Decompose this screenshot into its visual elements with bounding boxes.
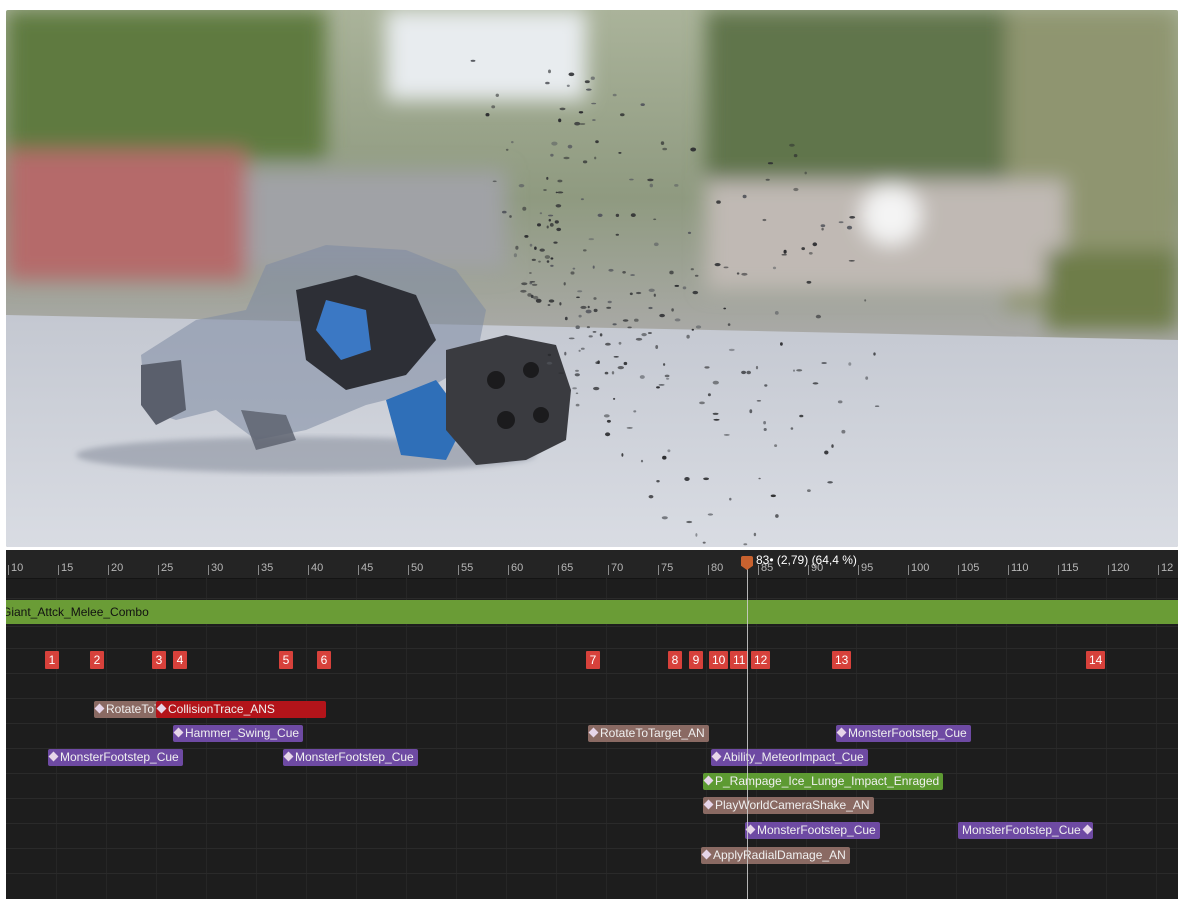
notify-meteor-impact-cue[interactable]: Ability_MeteorImpact_Cue xyxy=(711,749,868,766)
ruler-tick: 65 xyxy=(557,562,574,575)
ruler-tick: 100 xyxy=(907,562,930,575)
notify-diamond-icon xyxy=(703,775,714,786)
ruler-tick: 70 xyxy=(607,562,624,575)
time-ruler[interactable]: 10 15 20 25 30 35 40 45 50 55 60 65 70 7… xyxy=(6,550,1178,579)
ruler-tick: 50 xyxy=(407,562,424,575)
notify-diamond-icon xyxy=(588,727,599,738)
section-marker-8[interactable]: 8 xyxy=(668,651,682,669)
notify-diamond-icon xyxy=(711,751,722,762)
notify-monster-footstep-cue[interactable]: MonsterFootstep_Cue xyxy=(48,749,183,766)
section-marker-14[interactable]: 14 xyxy=(1086,651,1106,669)
section-marker-2[interactable]: 2 xyxy=(90,651,104,669)
notify-lunge-impact-particle[interactable]: P_Rampage_Ice_Lunge_Impact_Enraged xyxy=(703,773,944,790)
ruler-tick: 15 xyxy=(57,562,74,575)
anim-timeline-panel[interactable]: 10 15 20 25 30 35 40 45 50 55 60 65 70 7… xyxy=(6,550,1178,899)
playhead-line xyxy=(747,562,748,899)
section-marker-13[interactable]: 13 xyxy=(832,651,852,669)
section-marker-6[interactable]: 6 xyxy=(317,651,331,669)
ruler-tick: 120 xyxy=(1107,562,1130,575)
section-marker-4[interactable]: 4 xyxy=(173,651,187,669)
section-marker-3[interactable]: 3 xyxy=(152,651,166,669)
notify-diamond-icon xyxy=(283,751,294,762)
animation-preview-viewport[interactable] xyxy=(6,10,1178,547)
notify-diamond-icon xyxy=(173,727,184,738)
ruler-tick: 35 xyxy=(257,562,274,575)
section-marker-12[interactable]: 12 xyxy=(751,651,771,669)
notify-camera-shake[interactable]: PlayWorldCameraShake_AN xyxy=(703,797,874,814)
montage-slot-label: Giant_Attck_Melee_Combo xyxy=(6,605,149,619)
notify-diamond-icon xyxy=(156,703,167,714)
notify-hammer-swing-cue[interactable]: Hammer_Swing_Cue xyxy=(173,725,304,742)
notify-diamond-icon xyxy=(1082,824,1093,835)
notify-apply-radial-damage[interactable]: ApplyRadialDamage_AN xyxy=(701,847,850,864)
section-marker-9[interactable]: 9 xyxy=(689,651,703,669)
section-marker-11[interactable]: 11 xyxy=(730,651,749,669)
timeline-tracks[interactable]: Giant_Attck_Melee_Combo 1 2 3 4 5 6 7 8 … xyxy=(6,578,1178,899)
ruler-tick: 110 xyxy=(1008,562,1029,575)
notify-diamond-icon xyxy=(701,849,712,860)
ruler-tick: 60 xyxy=(507,562,524,575)
section-marker-10[interactable]: 10 xyxy=(709,651,729,669)
ruler-tick: 25 xyxy=(157,562,174,575)
notify-rotate-to-target[interactable]: RotateToTarget_AN xyxy=(588,725,709,742)
ruler-tick: 75 xyxy=(657,562,674,575)
notify-monster-footstep-cue[interactable]: MonsterFootstep_Cue xyxy=(745,822,880,839)
notify-monster-footstep-cue[interactable]: MonsterFootstep_Cue xyxy=(958,822,1093,839)
ruler-tick: 12 xyxy=(1157,562,1174,575)
section-marker-5[interactable]: 5 xyxy=(279,651,293,669)
ruler-tick: 55 xyxy=(457,562,474,575)
ruler-tick: 95 xyxy=(857,562,874,575)
notify-diamond-icon xyxy=(48,751,59,762)
ruler-tick: 40 xyxy=(307,562,324,575)
ruler-tick: 10 xyxy=(7,562,24,575)
playhead-frame-readout: 83• (2,79) (64,4 %) xyxy=(756,553,857,567)
section-marker-7[interactable]: 7 xyxy=(586,651,600,669)
ruler-tick: 115 xyxy=(1058,562,1079,575)
notify-monster-footstep-cue[interactable]: MonsterFootstep_Cue xyxy=(283,749,418,766)
notify-monster-footstep-cue[interactable]: MonsterFootstep_Cue xyxy=(836,725,971,742)
notify-diamond-icon xyxy=(703,799,714,810)
ruler-tick: 30 xyxy=(207,562,224,575)
notify-diamond-icon xyxy=(94,703,105,714)
ruler-tick: 80 xyxy=(707,562,724,575)
viewport-scene xyxy=(6,10,1178,547)
section-marker-1[interactable]: 1 xyxy=(45,651,59,669)
ruler-tick: 105 xyxy=(957,562,980,575)
notify-diamond-icon xyxy=(836,727,847,738)
ruler-tick: 20 xyxy=(107,562,124,575)
montage-slot-track[interactable]: Giant_Attck_Melee_Combo xyxy=(6,600,1178,624)
notify-collision-trace-state[interactable]: CollisionTrace_ANS xyxy=(156,701,326,718)
ruler-tick: 45 xyxy=(357,562,374,575)
